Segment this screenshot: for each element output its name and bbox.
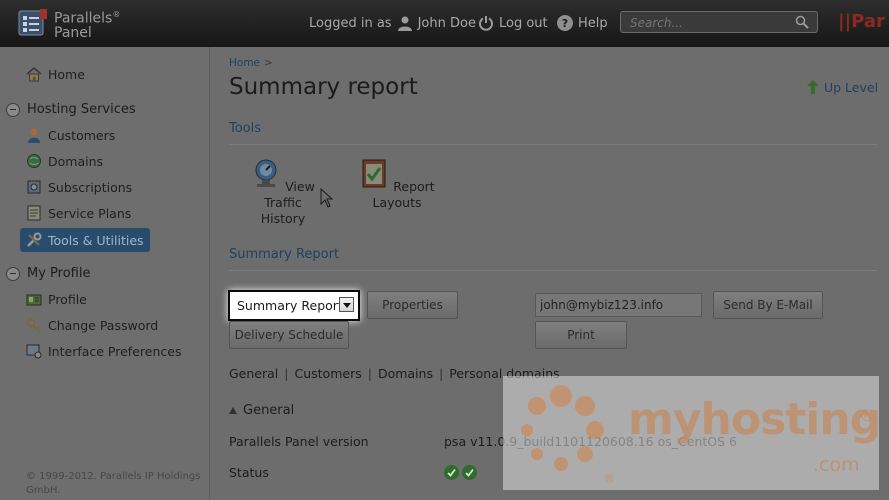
report-layouts-tool[interactable]: Report Layouts <box>348 158 446 211</box>
service-plans-icon <box>27 205 41 221</box>
breadcrumb: Home > <box>229 57 273 69</box>
filter-general-link[interactable]: General <box>229 366 278 381</box>
ok-check-icon <box>444 465 459 480</box>
sidebar-item-customers[interactable]: Customers <box>26 127 115 143</box>
parallels-brand-mark: ||Par <box>838 11 885 32</box>
sidebar-item-label: Domains <box>48 153 104 169</box>
group-label: Hosting Services <box>27 102 136 117</box>
sidebar-item-domains[interactable]: Domains <box>26 153 103 169</box>
watermark-domain: .com <box>813 454 860 476</box>
sidebar-item-label: Profile <box>48 291 87 307</box>
send-by-email-button[interactable]: Send By E-Mail <box>713 291 823 319</box>
top-bar: Parallels® Panel Logged in as John Doe L… <box>0 0 889 47</box>
select-value: Summary Report <box>237 298 343 313</box>
filter-customers-link[interactable]: Customers <box>294 366 361 381</box>
logged-in-label: Logged in as <box>309 15 392 31</box>
delivery-schedule-button[interactable]: Delivery Schedule <box>229 321 349 349</box>
properties-button[interactable]: Properties <box>367 291 458 319</box>
help-button[interactable]: ? Help <box>557 15 608 31</box>
group-hosting-services[interactable]: Hosting Services <box>6 102 136 117</box>
up-level-label: Up Level <box>824 79 879 95</box>
watermark-registered: ® <box>859 406 875 425</box>
email-field[interactable] <box>535 293 702 317</box>
filter-separator: | <box>438 366 444 381</box>
domains-icon <box>27 154 41 168</box>
report-layout-select[interactable]: Summary Report <box>228 290 360 321</box>
chevron-down-icon[interactable] <box>339 297 354 312</box>
search-input[interactable] <box>628 14 792 32</box>
filter-separator: | <box>367 366 372 381</box>
divider <box>229 144 877 145</box>
customers-icon <box>28 128 40 143</box>
sidebar-item-service-plans[interactable]: Service Plans <box>26 205 131 221</box>
copyright-text: © 1999-2012. Parallels IP Holdings GmbH. <box>26 471 201 496</box>
logout-button[interactable]: Log out <box>478 15 548 31</box>
print-button[interactable]: Print <box>535 321 627 349</box>
home-icon <box>26 66 42 82</box>
collapse-triangle-icon <box>229 407 237 414</box>
sidebar-item-label: Subscriptions <box>48 179 133 195</box>
traffic-history-icon <box>255 159 277 187</box>
subscriptions-icon <box>27 180 41 194</box>
help-label: Help <box>578 15 608 31</box>
search-box[interactable] <box>620 11 818 33</box>
help-icon: ? <box>557 15 573 31</box>
ok-check-icon <box>462 465 477 480</box>
divider <box>229 270 877 271</box>
user-icon <box>397 16 412 31</box>
interface-preferences-icon <box>26 344 42 359</box>
sidebar-item-home[interactable]: Home <box>26 66 85 82</box>
up-level-link[interactable]: Up Level <box>806 79 878 95</box>
page-title: Summary report <box>229 74 418 100</box>
sidebar-item-label: Change Password <box>48 317 159 333</box>
tools-section-title: Tools <box>229 121 262 136</box>
profile-icon <box>26 294 42 306</box>
myhosting-watermark: myhosting ® .com ® <box>503 376 881 490</box>
collapse-icon[interactable] <box>6 266 20 281</box>
report-layouts-icon <box>362 159 386 188</box>
status-value <box>444 465 480 480</box>
sidebar-item-interface-preferences[interactable]: Interface Preferences <box>26 343 181 359</box>
sidebar-item-label: Interface Preferences <box>48 343 182 359</box>
sidebar-item-tools-utilities[interactable]: Tools & Utilities <box>20 228 150 252</box>
filter-domains-link[interactable]: Domains <box>378 366 433 381</box>
sidebar-item-label: Home <box>48 66 85 82</box>
sidebar-item-subscriptions[interactable]: Subscriptions <box>26 179 132 195</box>
sidebar-item-label: Tools & Utilities <box>48 232 144 248</box>
sidebar: Home Hosting Services Customers Domains … <box>0 47 210 500</box>
sidebar-item-label: Service Plans <box>48 205 132 221</box>
key-icon <box>26 318 41 333</box>
collapse-icon[interactable] <box>6 102 20 117</box>
group-label: My Profile <box>27 266 91 281</box>
group-my-profile[interactable]: My Profile <box>6 266 90 281</box>
myhosting-logo-icon <box>521 385 604 471</box>
sidebar-item-profile[interactable]: Profile <box>26 291 87 307</box>
breadcrumb-separator: > <box>264 57 273 69</box>
power-icon <box>479 16 493 31</box>
version-label: Parallels Panel version <box>229 434 369 449</box>
sidebar-item-change-password[interactable]: Change Password <box>26 317 158 333</box>
breadcrumb-home-link[interactable]: Home <box>229 57 260 69</box>
logo-line2: Panel <box>54 24 92 41</box>
product-name: Parallels® Panel <box>54 8 120 40</box>
parallels-logo-icon[interactable] <box>18 9 48 37</box>
up-arrow-icon <box>807 80 819 94</box>
logout-label: Log out <box>499 15 548 31</box>
summary-report-section-title: Summary Report <box>229 247 340 262</box>
tools-icon <box>27 232 42 247</box>
user-name-link[interactable]: John Doe <box>418 16 476 31</box>
sidebar-item-label: Customers <box>48 127 116 143</box>
search-icon[interactable] <box>795 15 809 29</box>
filter-separator: | <box>284 366 289 381</box>
general-heading: General <box>243 403 295 418</box>
mouse-cursor-icon <box>320 188 334 208</box>
logged-in-info: Logged in as John Doe <box>309 15 476 31</box>
general-section-toggle[interactable]: General <box>229 403 294 418</box>
view-traffic-history-tool[interactable]: View Traffic History <box>241 158 325 227</box>
watermark-registered-small: ® <box>603 472 615 486</box>
status-label: Status <box>229 465 269 480</box>
watermark-text: myhosting <box>628 394 881 445</box>
logo-registered: ® <box>112 10 121 19</box>
